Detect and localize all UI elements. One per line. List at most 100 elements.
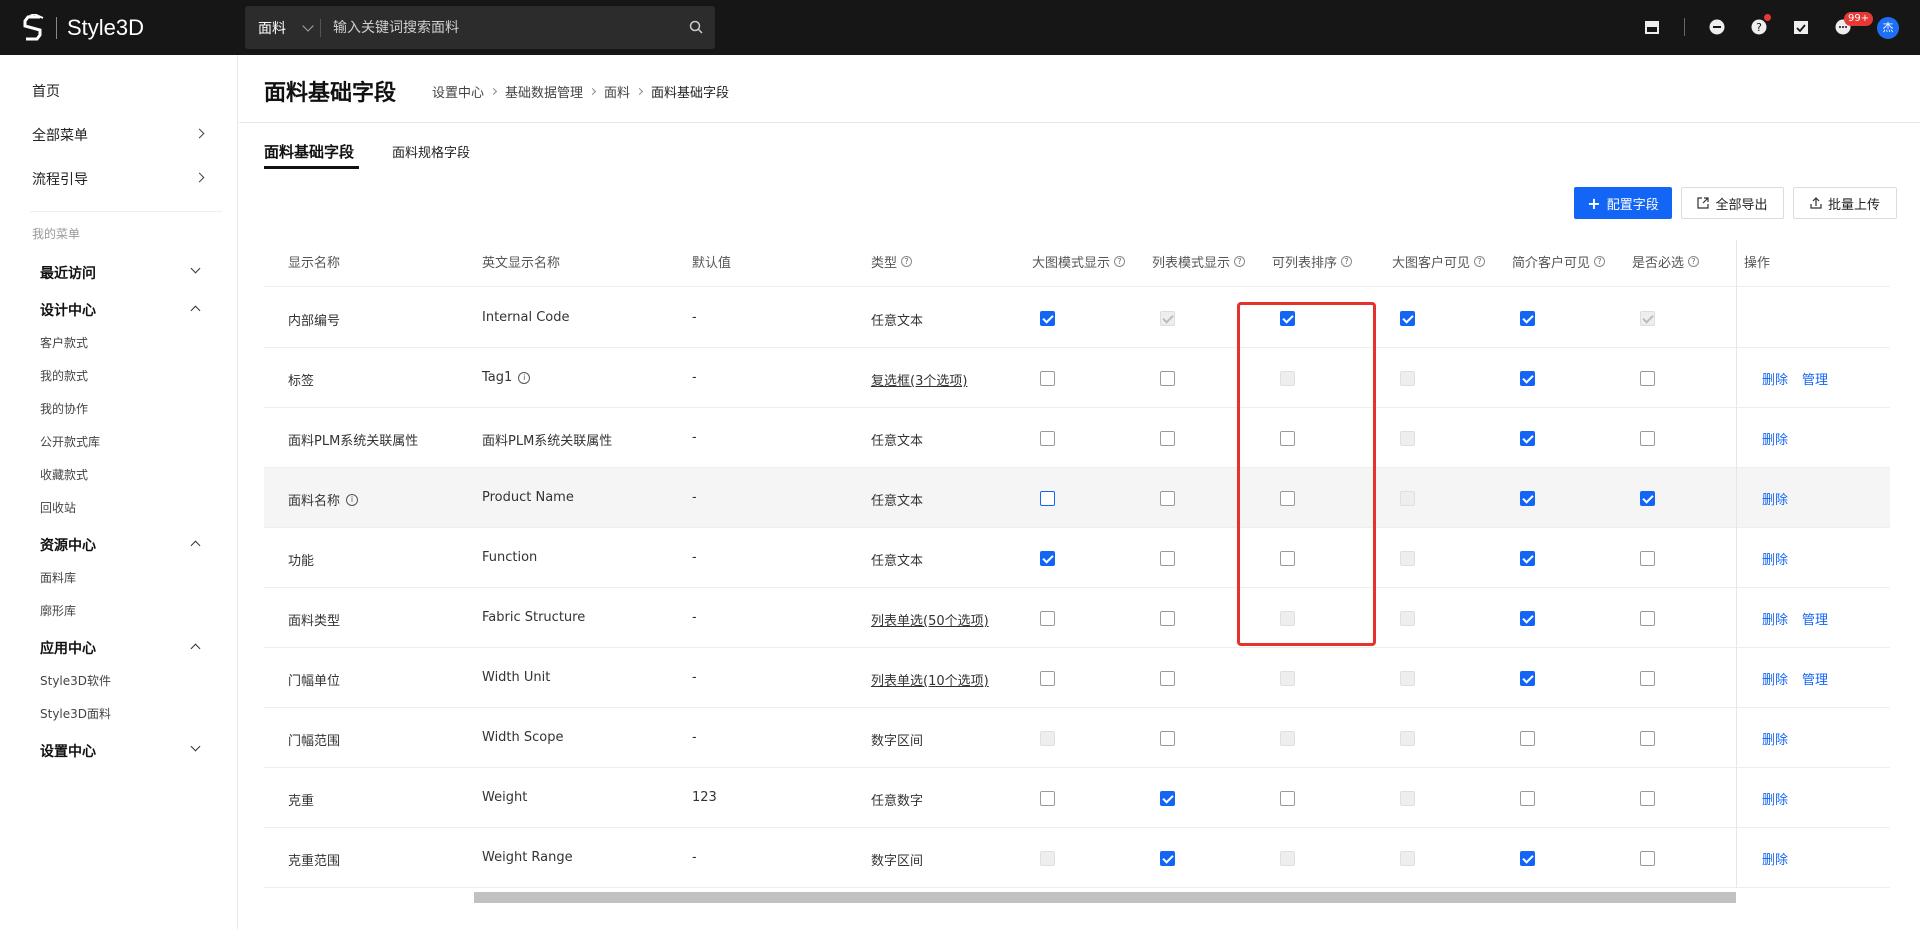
checkbox-list-view[interactable] xyxy=(1160,791,1175,806)
checkbox-brief-client-visible[interactable] xyxy=(1520,371,1535,386)
checkbox-list-view[interactable] xyxy=(1160,731,1175,746)
sidebar-item-favorites[interactable]: 收藏款式 xyxy=(40,466,88,483)
sidebar-item-public-library[interactable]: 公开款式库 xyxy=(40,433,100,450)
cell-type[interactable]: 列表单选(10个选项) xyxy=(871,670,989,689)
manage-link[interactable]: 管理 xyxy=(1802,669,1828,688)
cell-type[interactable]: 复选框(3个选项) xyxy=(871,370,967,389)
sidebar-item-my-styles[interactable]: 我的款式 xyxy=(40,367,88,384)
sidebar-item-style3d-fabric[interactable]: Style3D面料 xyxy=(40,705,111,722)
checkbox-large-view[interactable] xyxy=(1040,491,1055,506)
delete-link[interactable]: 删除 xyxy=(1762,729,1788,748)
delete-link[interactable]: 删除 xyxy=(1762,669,1788,688)
search-icon[interactable] xyxy=(689,20,703,34)
sidebar-group-app-center[interactable]: 应用中心 xyxy=(40,638,96,658)
checkbox-list-view[interactable] xyxy=(1160,371,1175,386)
sidebar-group-design-center[interactable]: 设计中心 xyxy=(40,300,96,320)
help-circle-icon[interactable]: ? xyxy=(1474,256,1486,267)
sidebar-group-recent[interactable]: 最近访问 xyxy=(40,263,96,283)
checkbox-large-view[interactable] xyxy=(1040,791,1055,806)
search-category-select[interactable]: 面料 xyxy=(245,18,320,38)
breadcrumb-basic-data[interactable]: 基础数据管理 xyxy=(505,82,583,101)
sidebar-item-recycle-bin[interactable]: 回收站 xyxy=(40,499,76,516)
sidebar-item-process-guide[interactable]: 流程引导 xyxy=(32,169,88,189)
sidebar-item-silhouette-library[interactable]: 廓形库 xyxy=(40,602,76,619)
sidebar-item-home[interactable]: 首页 xyxy=(32,81,60,101)
sidebar-item-fabric-library[interactable]: 面料库 xyxy=(40,569,76,586)
breadcrumb-fabric[interactable]: 面料 xyxy=(604,82,630,101)
help-circle-icon[interactable]: ? xyxy=(1114,256,1126,267)
delete-link[interactable]: 删除 xyxy=(1762,429,1788,448)
checkbox-required[interactable] xyxy=(1640,731,1655,746)
delete-link[interactable]: 删除 xyxy=(1762,789,1788,808)
sidebar-item-client-styles[interactable]: 客户款式 xyxy=(40,334,88,351)
sidebar-group-settings-center[interactable]: 设置中心 xyxy=(40,741,96,761)
checkbox-large-view[interactable] xyxy=(1040,431,1055,446)
batch-upload-button[interactable]: 批量上传 xyxy=(1793,187,1897,219)
my-menu-label: 我的菜单 xyxy=(32,227,81,241)
info-icon[interactable]: i xyxy=(518,371,531,384)
checkbox-required[interactable] xyxy=(1640,491,1655,506)
checkbox-brief-client-visible[interactable] xyxy=(1520,791,1535,806)
help-circle-icon[interactable]: ? xyxy=(1594,256,1606,267)
checkbox-required[interactable] xyxy=(1640,671,1655,686)
checkbox-sortable[interactable] xyxy=(1280,791,1295,806)
help-circle-icon[interactable]: ? xyxy=(1688,256,1700,267)
checkbox-large-view[interactable] xyxy=(1040,551,1055,566)
checkbox-large-view[interactable] xyxy=(1040,371,1055,386)
delete-link[interactable]: 删除 xyxy=(1762,609,1788,628)
sidebar-item-all-menu[interactable]: 全部菜单 xyxy=(32,125,88,145)
checkbox-list-view[interactable] xyxy=(1160,671,1175,686)
search-input[interactable] xyxy=(333,19,663,36)
cell-type[interactable]: 列表单选(50个选项) xyxy=(871,610,989,629)
checkbox-large-view[interactable] xyxy=(1040,311,1055,326)
checkbox-large-view[interactable] xyxy=(1040,671,1055,686)
store-icon[interactable] xyxy=(1643,18,1661,36)
checkbox-brief-client-visible[interactable] xyxy=(1520,491,1535,506)
checkbox-brief-client-visible[interactable] xyxy=(1520,731,1535,746)
checkbox-list-view[interactable] xyxy=(1160,551,1175,566)
checkbox-large-client-visible xyxy=(1400,731,1415,746)
logo[interactable]: Style3D xyxy=(22,12,144,44)
sidebar-group-resource-center[interactable]: 资源中心 xyxy=(40,535,96,555)
checkbox-brief-client-visible[interactable] xyxy=(1520,311,1535,326)
checkbox-required[interactable] xyxy=(1640,611,1655,626)
delete-link[interactable]: 删除 xyxy=(1762,849,1788,868)
horizontal-scrollbar[interactable] xyxy=(474,892,1736,903)
avatar[interactable]: 杰 xyxy=(1877,17,1899,39)
checkbox-required[interactable] xyxy=(1640,851,1655,866)
sidebar-item-style3d-software[interactable]: Style3D软件 xyxy=(40,672,111,689)
checkbox-required[interactable] xyxy=(1640,551,1655,566)
tab-fabric-basic-fields[interactable]: 面料基础字段 xyxy=(264,141,354,162)
calendar-check-icon[interactable] xyxy=(1792,18,1810,36)
checkbox-list-view[interactable] xyxy=(1160,431,1175,446)
help-circle-icon[interactable]: ? xyxy=(901,256,913,267)
checkbox-brief-client-visible[interactable] xyxy=(1520,431,1535,446)
checkbox-required[interactable] xyxy=(1640,431,1655,446)
tab-fabric-spec-fields[interactable]: 面料规格字段 xyxy=(392,142,470,161)
delete-link[interactable]: 删除 xyxy=(1762,489,1788,508)
delete-link[interactable]: 删除 xyxy=(1762,369,1788,388)
delete-link[interactable]: 删除 xyxy=(1762,549,1788,568)
checkbox-required[interactable] xyxy=(1640,371,1655,386)
help-circle-icon[interactable]: ? xyxy=(1341,256,1353,267)
checkbox-required[interactable] xyxy=(1640,791,1655,806)
chat-bubble-icon[interactable] xyxy=(1708,18,1726,36)
breadcrumb-settings-center[interactable]: 设置中心 xyxy=(432,82,484,101)
checkbox-brief-client-visible[interactable] xyxy=(1520,611,1535,626)
checkbox-brief-client-visible[interactable] xyxy=(1520,671,1535,686)
export-all-button[interactable]: 全部导出 xyxy=(1681,187,1784,219)
checkbox-brief-client-visible[interactable] xyxy=(1520,551,1535,566)
checkbox-large-view[interactable] xyxy=(1040,611,1055,626)
config-fields-button[interactable]: + 配置字段 xyxy=(1574,187,1672,219)
info-icon[interactable]: i xyxy=(346,493,359,506)
checkbox-brief-client-visible[interactable] xyxy=(1520,851,1535,866)
cell-type: 任意文本 xyxy=(871,554,924,569)
checkbox-list-view[interactable] xyxy=(1160,851,1175,866)
help-circle-icon[interactable]: ? xyxy=(1234,256,1246,267)
checkbox-list-view[interactable] xyxy=(1160,491,1175,506)
manage-link[interactable]: 管理 xyxy=(1802,369,1828,388)
sidebar-item-my-collab[interactable]: 我的协作 xyxy=(40,400,88,417)
checkbox-large-client-visible[interactable] xyxy=(1400,311,1415,326)
manage-link[interactable]: 管理 xyxy=(1802,609,1828,628)
checkbox-list-view[interactable] xyxy=(1160,611,1175,626)
